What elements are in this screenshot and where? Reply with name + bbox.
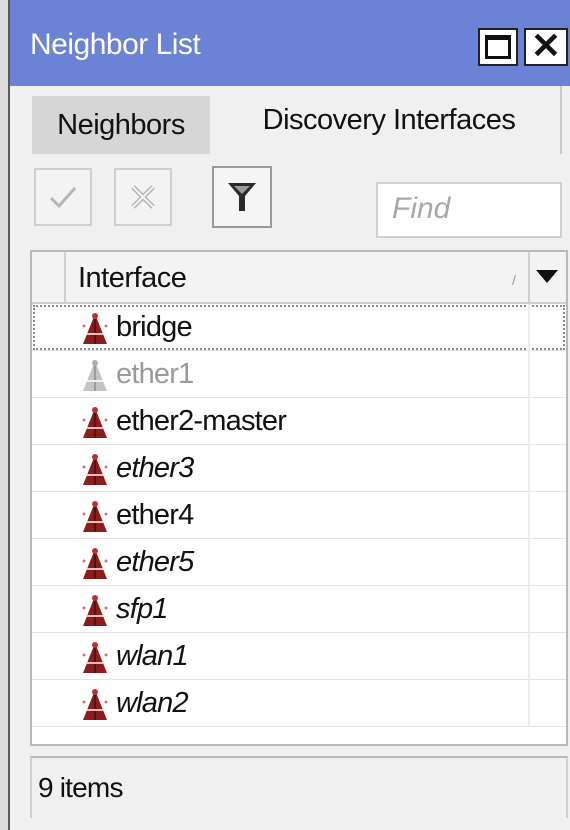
filter-button[interactable] <box>212 166 272 228</box>
row-divider <box>528 539 530 586</box>
column-header-interface[interactable]: Interface <box>78 262 187 295</box>
neighbor-list-window: Neighbor List ✕ Neighbors Discovery Inte… <box>8 0 570 830</box>
table-row[interactable]: ether3 <box>32 445 566 492</box>
row-divider <box>528 633 530 680</box>
row-divider <box>528 304 530 351</box>
maximize-icon <box>485 35 511 59</box>
row-divider <box>528 492 530 539</box>
interface-name: sfp1 <box>116 593 168 625</box>
table-header: Interface / <box>32 252 566 304</box>
interface-name: wlan1 <box>116 640 189 672</box>
row-divider <box>528 445 530 492</box>
row-divider <box>528 680 530 727</box>
tab-neighbors[interactable]: Neighbors <box>32 96 210 154</box>
table-row[interactable]: ether5 <box>32 539 566 586</box>
table-rows: bridge ether1 ether2-master ether3 ether <box>32 304 566 727</box>
column-divider <box>528 252 530 304</box>
antenna-icon <box>81 641 109 674</box>
interface-name: ether3 <box>116 452 194 484</box>
interface-name: ether4 <box>116 499 194 531</box>
enable-button[interactable] <box>34 168 92 226</box>
table-row[interactable]: sfp1 <box>32 586 566 633</box>
interface-name: ether2-master <box>116 405 287 437</box>
interface-name: ether5 <box>116 546 194 578</box>
interface-name: wlan2 <box>116 687 189 719</box>
column-menu-dropdown-icon[interactable] <box>536 270 558 283</box>
antenna-icon <box>81 406 109 439</box>
antenna-icon <box>81 547 109 580</box>
window-title: Neighbor List <box>30 28 201 61</box>
antenna-icon <box>81 312 109 345</box>
table-row[interactable]: ether2-master <box>32 398 566 445</box>
row-divider <box>528 398 530 445</box>
antenna-icon <box>81 594 109 627</box>
close-button[interactable]: ✕ <box>524 28 568 66</box>
row-selector-header <box>32 252 66 304</box>
interface-name: bridge <box>116 311 193 343</box>
antenna-icon <box>81 500 109 533</box>
interface-table: Interface / bridge ether1 ether2-master <box>30 250 568 746</box>
table-row[interactable]: ether4 <box>32 492 566 539</box>
row-divider <box>528 586 530 633</box>
tab-discovery-interfaces[interactable]: Discovery Interfaces <box>218 86 562 154</box>
table-row[interactable]: ether1 <box>32 351 566 398</box>
x-icon <box>131 185 155 209</box>
table-row[interactable]: wlan2 <box>32 680 566 727</box>
interface-name: ether1 <box>116 358 194 390</box>
checkmark-icon <box>49 187 77 209</box>
row-divider <box>528 351 530 398</box>
close-icon: ✕ <box>530 25 562 66</box>
title-bar[interactable]: Neighbor List ✕ <box>10 0 570 86</box>
maximize-button[interactable] <box>478 28 518 66</box>
filter-icon <box>228 183 256 211</box>
table-row[interactable]: wlan1 <box>32 633 566 680</box>
table-row[interactable]: bridge <box>32 304 566 351</box>
item-count: 9 items <box>38 772 123 803</box>
status-bar: 9 items <box>30 756 568 818</box>
antenna-icon <box>81 688 109 721</box>
sort-icon: / <box>512 272 516 288</box>
antenna-icon <box>81 453 109 486</box>
disable-button[interactable] <box>114 168 172 226</box>
antenna-icon-disabled <box>82 359 108 392</box>
find-input[interactable]: Find <box>376 182 562 238</box>
